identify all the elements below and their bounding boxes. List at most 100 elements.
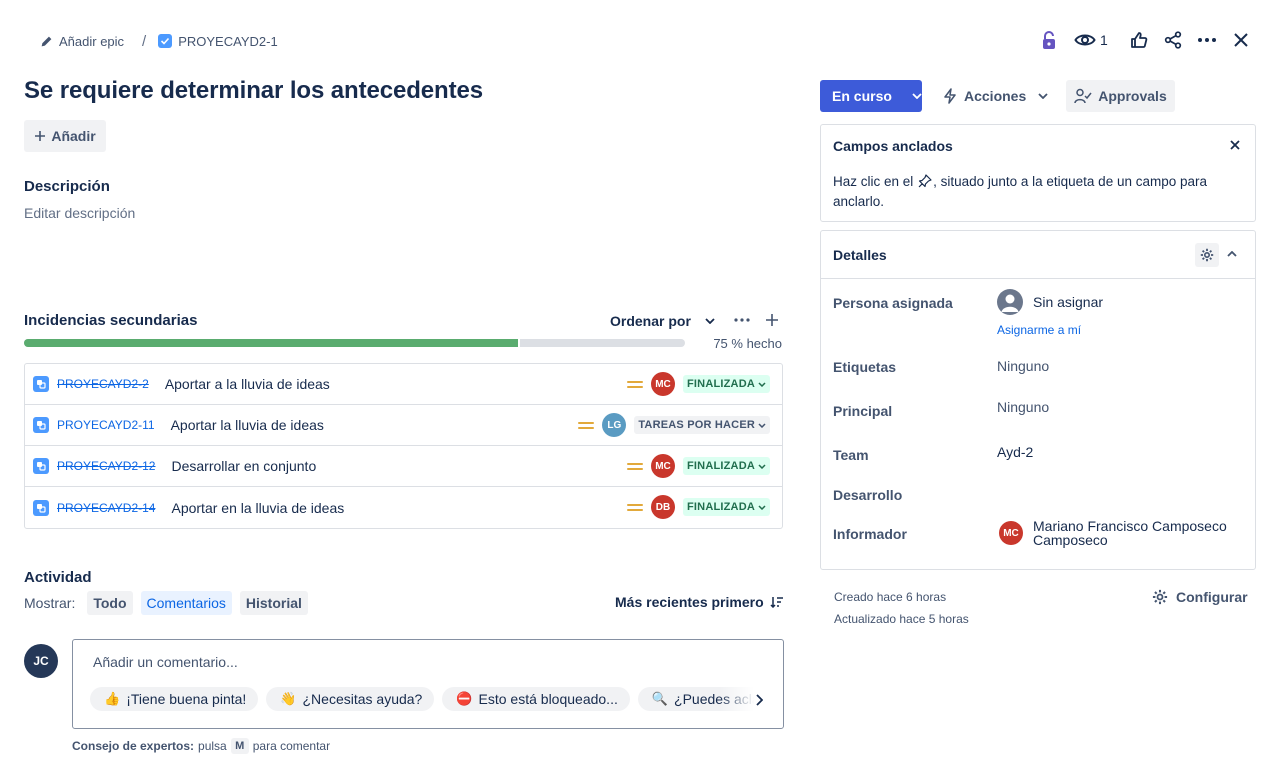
filter-comments[interactable]: Comentarios bbox=[140, 591, 232, 615]
activity-sort[interactable]: Más recientes primero bbox=[615, 594, 784, 610]
table-row[interactable]: PROYECAYD2-2 Aportar a la lluvia de idea… bbox=[25, 364, 782, 405]
issue-title[interactable]: Se requiere determinar los antecedentes bbox=[24, 77, 483, 105]
status-badge[interactable]: FINALIZADA bbox=[683, 498, 770, 516]
add-button[interactable]: Añadir bbox=[24, 120, 106, 152]
child-issue-key[interactable]: PROYECAYD2-2 bbox=[57, 377, 149, 391]
pencil-icon bbox=[40, 35, 53, 48]
filter-history[interactable]: Historial bbox=[239, 591, 308, 615]
quick-reply-need-help[interactable]: 👋 ¿Necesitas ayuda? bbox=[266, 687, 435, 711]
filter-all[interactable]: Todo bbox=[87, 591, 133, 615]
gear-icon bbox=[1152, 589, 1168, 605]
team-label: Team bbox=[833, 447, 869, 463]
pinned-fields-title: Campos anclados bbox=[833, 138, 953, 154]
gear-icon[interactable] bbox=[1195, 243, 1219, 267]
plus-icon bbox=[34, 130, 46, 142]
progress-label: 75 % hecho bbox=[713, 336, 782, 351]
comment-box[interactable]: Añadir un comentario... 👍 ¡Tiene buena pi… bbox=[72, 639, 784, 729]
child-issue-summary[interactable]: Aportar la lluvia de ideas bbox=[171, 417, 324, 433]
more-options-icon[interactable] bbox=[1194, 28, 1220, 52]
configure-button[interactable]: Configurar bbox=[1152, 589, 1248, 605]
chevron-right-icon bbox=[756, 694, 763, 706]
wave-icon: 👋 bbox=[280, 691, 297, 706]
assignee-value[interactable]: Sin asignar bbox=[1033, 294, 1103, 310]
pinned-fields-panel: Campos anclados Haz clic en el , situado… bbox=[820, 124, 1256, 222]
chevron-down-icon bbox=[758, 463, 766, 469]
child-issue-summary[interactable]: Aportar a la lluvia de ideas bbox=[165, 376, 330, 392]
breadcrumb-separator: / bbox=[142, 32, 147, 50]
chevron-down-icon bbox=[758, 504, 766, 510]
status-button[interactable]: En curso bbox=[820, 80, 922, 112]
add-child-issue-icon[interactable] bbox=[765, 313, 779, 327]
progress-fill bbox=[24, 339, 520, 347]
table-row[interactable]: PROYECAYD2-11 Aportar la lluvia de ideas… bbox=[25, 405, 782, 446]
keyboard-shortcut-key: M bbox=[230, 738, 249, 754]
details-header[interactable]: Detalles bbox=[821, 231, 1255, 279]
child-issues-list: PROYECAYD2-2 Aportar a la lluvia de idea… bbox=[24, 363, 783, 529]
development-label: Desarrollo bbox=[833, 487, 903, 503]
parent-label: Principal bbox=[833, 403, 893, 419]
close-icon[interactable] bbox=[1230, 140, 1240, 150]
subtask-icon bbox=[33, 458, 49, 474]
avatar[interactable]: MC bbox=[651, 454, 675, 478]
priority-medium-icon bbox=[627, 501, 643, 514]
activity-filter-bar: Mostrar: Todo Comentarios Historial bbox=[24, 591, 308, 615]
priority-medium-icon bbox=[627, 460, 643, 473]
issue-key-link[interactable]: PROYECAYD2-1 bbox=[158, 34, 278, 49]
actions-button[interactable]: Acciones bbox=[934, 80, 1058, 112]
pin-icon bbox=[918, 174, 932, 188]
comment-input[interactable]: Añadir un comentario... bbox=[93, 654, 238, 670]
close-icon[interactable] bbox=[1228, 28, 1254, 52]
breadcrumb: Añadir epic / PROYECAYD2-1 bbox=[40, 30, 278, 52]
child-issue-summary[interactable]: Aportar en la lluvia de ideas bbox=[171, 500, 344, 516]
parent-value[interactable]: Ninguno bbox=[997, 399, 1049, 415]
created-timestamp: Creado hace 6 horas bbox=[834, 590, 947, 604]
lock-icon[interactable] bbox=[1036, 28, 1062, 52]
status-badge[interactable]: FINALIZADA bbox=[683, 457, 770, 475]
subtask-icon bbox=[33, 417, 49, 433]
add-epic-label: Añadir epic bbox=[59, 33, 125, 49]
child-issues-more-icon[interactable] bbox=[734, 318, 750, 322]
labels-value[interactable]: Ninguno bbox=[997, 358, 1049, 374]
table-row[interactable]: PROYECAYD2-14 Aportar en la lluvia de id… bbox=[25, 487, 782, 528]
share-icon[interactable] bbox=[1160, 28, 1186, 52]
child-issue-key[interactable]: PROYECAYD2-11 bbox=[57, 418, 155, 432]
show-label: Mostrar: bbox=[24, 595, 76, 611]
avatar[interactable]: LG bbox=[602, 413, 627, 437]
avatar[interactable]: DB bbox=[651, 495, 675, 519]
chevron-up-icon[interactable] bbox=[1227, 251, 1237, 257]
add-epic-link[interactable]: Añadir epic bbox=[40, 34, 124, 49]
child-issue-key[interactable]: PROYECAYD2-12 bbox=[57, 459, 155, 473]
details-heading: Detalles bbox=[833, 246, 887, 263]
quick-reply-blocked[interactable]: ⛔ Esto está bloqueado... bbox=[442, 687, 630, 711]
assign-to-me-link[interactable]: Asignarme a mí bbox=[997, 323, 1081, 337]
thumbs-up-icon[interactable] bbox=[1126, 28, 1152, 52]
approvals-button[interactable]: Approvals bbox=[1066, 80, 1175, 112]
status-badge[interactable]: TAREAS POR HACER bbox=[634, 416, 770, 434]
child-issues-heading: Incidencias secundarias bbox=[24, 312, 198, 329]
team-value[interactable]: Ayd-2 bbox=[997, 444, 1033, 460]
quick-replies-next[interactable] bbox=[719, 680, 783, 720]
reporter-value[interactable]: Mariano Francisco Camposeco Camposeco bbox=[1033, 519, 1227, 547]
chevron-down-icon bbox=[912, 93, 922, 99]
thumbs-up-icon: 👍 bbox=[104, 691, 121, 706]
details-panel: Detalles Persona asignada Sin asignar As… bbox=[820, 230, 1256, 570]
watchers-count: 1 bbox=[1100, 32, 1108, 48]
status-badge[interactable]: FINALIZADA bbox=[683, 375, 770, 393]
quick-replies: 👍 ¡Tiene buena pinta! 👋 ¿Necesitas ayuda? … bbox=[90, 687, 783, 711]
child-issue-key[interactable]: PROYECAYD2-14 bbox=[57, 501, 155, 515]
lightning-icon bbox=[944, 88, 956, 104]
child-issue-summary[interactable]: Desarrollar en conjunto bbox=[171, 458, 316, 474]
avatar: MC bbox=[999, 521, 1023, 545]
watch-icon[interactable] bbox=[1072, 28, 1098, 52]
description-placeholder[interactable]: Editar descripción bbox=[24, 205, 135, 221]
avatar[interactable]: MC bbox=[651, 372, 675, 396]
issue-header-actions: 1 bbox=[1036, 28, 1254, 52]
no-entry-icon: ⛔ bbox=[456, 691, 473, 706]
quick-reply-looks-good[interactable]: 👍 ¡Tiene buena pinta! bbox=[90, 687, 259, 711]
unassigned-avatar-icon bbox=[997, 289, 1023, 315]
pro-tip: Consejo de expertos: pulsa M para coment… bbox=[72, 738, 331, 754]
child-issues-sort[interactable]: Ordenar por bbox=[610, 310, 715, 332]
table-row[interactable]: PROYECAYD2-12 Desarrollar en conjunto MC… bbox=[25, 446, 782, 487]
activity-heading: Actividad bbox=[24, 569, 92, 586]
labels-label: Etiquetas bbox=[833, 359, 897, 375]
